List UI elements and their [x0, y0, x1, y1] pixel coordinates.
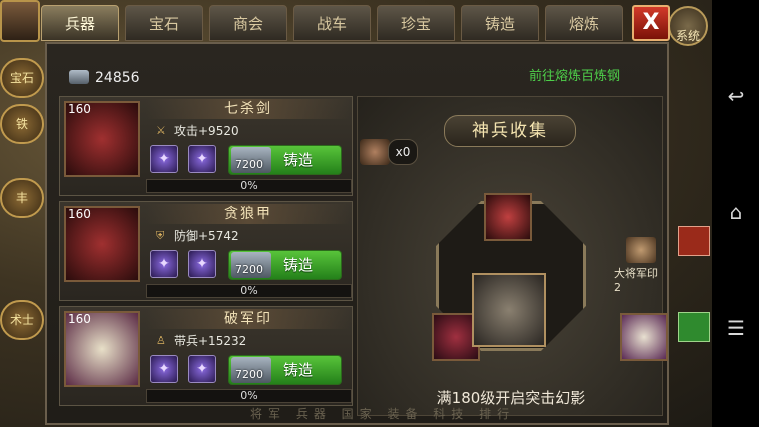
- forge-progress-bar: 0%: [146, 284, 352, 298]
- weapon-thumbnail[interactable]: 160: [64, 206, 140, 282]
- forge-progress-bar: 0%: [146, 389, 352, 403]
- phantom-weapon-slot[interactable]: [472, 273, 546, 347]
- android-nav-bar: ↩ ⌂ ☰: [712, 0, 759, 427]
- tab-guild[interactable]: 商会: [209, 5, 287, 41]
- hud-button-2[interactable]: 丰: [0, 178, 44, 218]
- forge-button[interactable]: 7200 铸造: [228, 145, 342, 175]
- weapon-stat: 攻击+9520: [174, 124, 239, 138]
- forge-button[interactable]: 7200 铸造: [228, 250, 342, 280]
- collection-title: 神兵收集: [444, 115, 576, 147]
- progress-text: 0%: [240, 284, 258, 297]
- weapon-card: 160 七杀剑 ⚔ 攻击+9520 ✦ ✦ 7200 铸造 0%: [59, 96, 353, 196]
- gem-icon: ✦: [158, 151, 170, 167]
- hud-button-label: 术士: [9, 313, 34, 327]
- bottom-menu-hint: 将军 兵器 国家 装备 科技 排行: [250, 407, 516, 421]
- progress-text: 0%: [240, 179, 258, 192]
- hammer-count: x0: [388, 139, 418, 165]
- divine-weapon-collection: 神兵收集 x0 大将军印 2 满180级开启突击幻影: [357, 96, 668, 416]
- menu-icon[interactable]: ☰: [724, 316, 748, 340]
- weapon-level: 160: [68, 102, 91, 116]
- hud-button-3[interactable]: 术士: [0, 300, 44, 340]
- weapon-name: 七杀剑: [146, 99, 350, 119]
- tab-smelt[interactable]: 熔炼: [545, 5, 623, 41]
- resource-amount: 24856: [95, 70, 140, 86]
- close-icon: X: [642, 10, 660, 35]
- weapons-panel: 24856 前往熔炼百炼钢 160 七杀剑 ⚔ 攻击+9520 ✦ ✦ 7200…: [45, 42, 669, 425]
- home-icon[interactable]: ⌂: [724, 200, 748, 224]
- weapon-level: 160: [68, 312, 91, 326]
- collection-slot-sword[interactable]: [484, 193, 532, 241]
- forge-label: 铸造: [283, 361, 314, 379]
- seal-label: 大将军印 2: [614, 267, 658, 294]
- gem-icon: ✦: [196, 361, 208, 377]
- gem-icon: ✦: [196, 256, 208, 272]
- weapon-thumbnail[interactable]: 160: [64, 101, 140, 177]
- weapon-level: 160: [68, 207, 91, 221]
- forge-progress-bar: 0%: [146, 179, 352, 193]
- collection-slot-seal[interactable]: [620, 313, 668, 361]
- tab-treasure[interactable]: 珍宝: [377, 5, 455, 41]
- steel-ingot-icon: [69, 70, 89, 84]
- close-button[interactable]: X: [632, 5, 670, 41]
- forge-cost: 7200: [235, 368, 263, 381]
- tab-bar: 兵器 宝石 商会 战车 珍宝 铸造 熔炼: [41, 5, 631, 41]
- side-green-button[interactable]: [678, 312, 710, 342]
- gem-slot[interactable]: ✦: [188, 250, 216, 278]
- hud-button-0[interactable]: 宝石: [0, 58, 44, 98]
- gem-slot[interactable]: ✦: [150, 145, 178, 173]
- side-red-button[interactable]: [678, 226, 710, 256]
- hud-button-label: 铁: [15, 117, 28, 131]
- weapon-card: 160 破军印 ♙ 带兵+15232 ✦ ✦ 7200 铸造 0%: [59, 306, 353, 406]
- gem-slot[interactable]: ✦: [150, 355, 178, 383]
- gem-icon: ✦: [158, 361, 170, 377]
- hud-button-label: 宝石: [9, 71, 34, 85]
- seal-count: 2: [614, 281, 621, 294]
- player-avatar[interactable]: [0, 0, 40, 42]
- forge-label: 铸造: [283, 256, 314, 274]
- forge-cost: 7200: [235, 158, 263, 171]
- forge-button[interactable]: 7200 铸造: [228, 355, 342, 385]
- gem-slot[interactable]: ✦: [188, 145, 216, 173]
- system-gear-button[interactable]: 系统: [668, 6, 708, 46]
- tab-gems[interactable]: 宝石: [125, 5, 203, 41]
- progress-text: 0%: [240, 389, 258, 402]
- resource-display: 24856: [69, 66, 140, 90]
- system-label: 系统: [675, 29, 700, 43]
- weapon-stat: 带兵+15232: [174, 334, 247, 348]
- forge-cost: 7200: [235, 263, 263, 276]
- weapon-thumbnail[interactable]: 160: [64, 311, 140, 387]
- weapon-name: 破军印: [146, 309, 350, 329]
- sword-icon: ⚔: [156, 124, 166, 137]
- tab-weapons[interactable]: 兵器: [41, 5, 119, 41]
- tab-forge[interactable]: 铸造: [461, 5, 539, 41]
- general-seal-icon[interactable]: [626, 237, 656, 263]
- back-icon[interactable]: ↩: [724, 84, 748, 108]
- hammer-icon: [360, 139, 390, 165]
- weapon-stat: 防御+5742: [174, 229, 239, 243]
- game-screen: 宝石 铁 丰 术士 系统 兵器 宝石 商会 战车 珍宝 铸造 熔炼 X 2485…: [0, 0, 712, 427]
- gem-icon: ✦: [158, 256, 170, 272]
- hud-button-1[interactable]: 铁: [0, 104, 44, 144]
- gem-icon: ✦: [196, 151, 208, 167]
- hud-button-label: 丰: [15, 191, 28, 205]
- forge-label: 铸造: [283, 151, 314, 169]
- gem-slot[interactable]: ✦: [188, 355, 216, 383]
- smelt-link[interactable]: 前往熔炼百炼钢: [529, 67, 620, 87]
- weapon-name: 贪狼甲: [146, 204, 350, 224]
- soldier-icon: ♙: [156, 334, 166, 347]
- tab-chariot[interactable]: 战车: [293, 5, 371, 41]
- weapon-card: 160 贪狼甲 ⛨ 防御+5742 ✦ ✦ 7200 铸造 0%: [59, 201, 353, 301]
- gem-slot[interactable]: ✦: [150, 250, 178, 278]
- shield-icon: ⛨: [156, 229, 165, 242]
